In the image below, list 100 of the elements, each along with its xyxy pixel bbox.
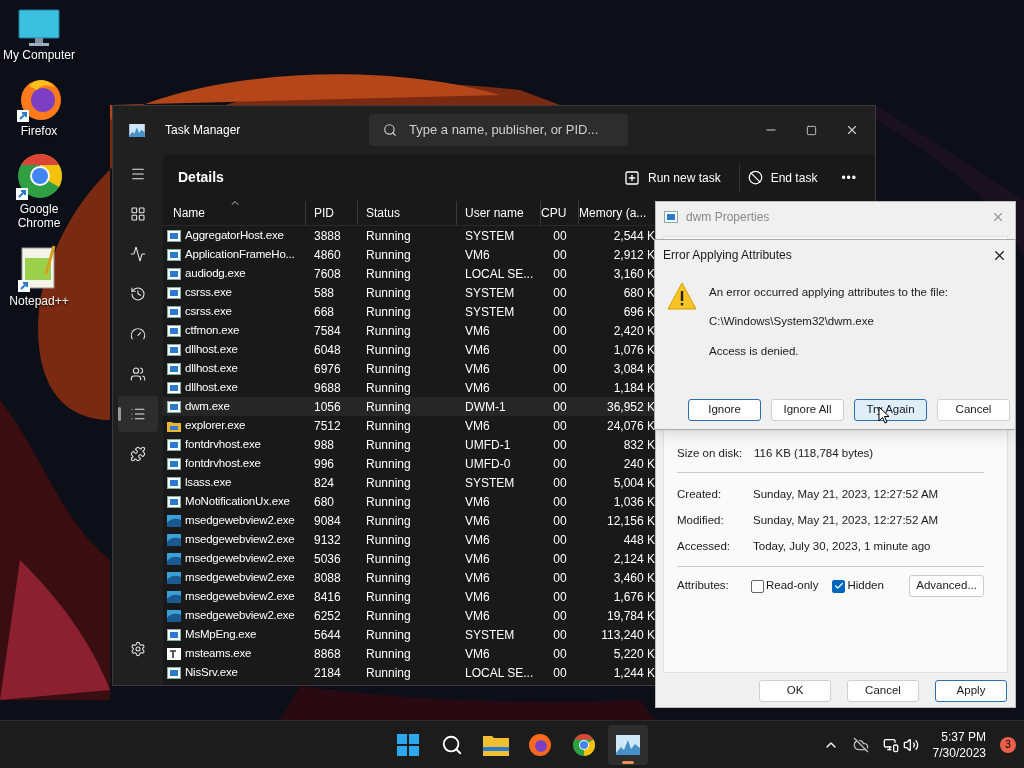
- desktop-icon-label[interactable]: Google Chrome: [0, 202, 78, 230]
- user-cell: SYSTEM: [465, 285, 515, 300]
- pid-cell: 9688: [314, 380, 341, 395]
- status-cell: Running: [366, 361, 411, 376]
- run-task-button[interactable]: Run new task: [616, 162, 729, 193]
- status-cell: Running: [366, 646, 411, 661]
- process-name: lsass.exe: [185, 474, 232, 490]
- process-name: dwm.exe: [185, 398, 230, 414]
- column-header[interactable]: User name: [465, 204, 524, 222]
- clock-date[interactable]: 7/30/2023: [932, 744, 986, 761]
- notification-badge[interactable]: 3: [1000, 736, 1016, 753]
- desktop-icon-label[interactable]: Notepad++: [0, 294, 78, 308]
- user-cell: VM6: [465, 513, 490, 528]
- advanced-button[interactable]: Advanced...: [909, 575, 984, 597]
- window-icon: [167, 533, 181, 546]
- pid-cell: 668: [314, 304, 335, 319]
- user-cell: VM6: [465, 608, 490, 623]
- cpu-cell: 00: [553, 665, 567, 680]
- volume-icon[interactable]: [902, 736, 919, 753]
- search-icon: [383, 123, 397, 137]
- user-cell: VM6: [465, 323, 490, 338]
- nav-item[interactable]: [118, 396, 158, 432]
- status-cell: Running: [366, 513, 411, 528]
- field-value: Sunday, May 21, 2023, 12:27:52 AM: [753, 487, 939, 503]
- user-cell: VM6: [465, 589, 490, 604]
- desktop-icon-label[interactable]: My Computer: [0, 48, 78, 62]
- window-icon: [167, 267, 181, 280]
- pid-cell: 6048: [314, 342, 341, 357]
- cpu-cell: 00: [553, 589, 567, 604]
- pid-cell: 588: [314, 285, 335, 300]
- memory-cell: 5,220 K: [613, 646, 655, 661]
- attribute-checkbox[interactable]: Read-only: [751, 577, 819, 595]
- status-cell: Running: [366, 399, 411, 414]
- dialog-button[interactable]: OK: [759, 680, 831, 702]
- search-field[interactable]: Type a name, publisher, or PID...: [369, 114, 628, 146]
- dialog-button[interactable]: Apply: [935, 680, 1007, 702]
- column-header[interactable]: Memory (a...: [579, 204, 647, 222]
- user-cell: VM6: [465, 570, 490, 585]
- column-header[interactable]: CPU: [541, 204, 567, 222]
- dialog-button[interactable]: Cancel: [847, 680, 919, 702]
- close-icon[interactable]: [845, 123, 859, 137]
- status-cell: Running: [366, 665, 411, 680]
- cpu-cell: 00: [553, 532, 567, 547]
- search-icon: [441, 733, 463, 756]
- maximize-icon[interactable]: [806, 124, 817, 136]
- end-task-button[interactable]: End task: [738, 162, 826, 193]
- taskbar-button[interactable]: [608, 724, 648, 765]
- status-cell: Running: [366, 456, 411, 471]
- memory-cell: 2,912 K: [613, 247, 655, 262]
- cpu-cell: 00: [553, 475, 567, 490]
- window-icon: [167, 457, 181, 470]
- memory-cell: 680 K: [623, 285, 655, 300]
- user-cell: SYSTEM: [465, 627, 515, 642]
- user-cell: SYSTEM: [465, 228, 515, 243]
- chart-icon: [616, 734, 640, 755]
- grid-icon: [130, 206, 146, 222]
- user-cell: LOCAL SE...: [465, 266, 534, 281]
- user-cell: VM6: [465, 494, 490, 509]
- pid-cell: 8868: [314, 646, 341, 661]
- search-input[interactable]: Type a name, publisher, or PID...: [409, 120, 624, 140]
- pid-cell: 5036: [314, 551, 341, 566]
- network-icon[interactable]: [882, 736, 899, 753]
- add-icon: [624, 169, 640, 186]
- column-header[interactable]: PID: [314, 204, 334, 222]
- status-cell: Running: [366, 437, 411, 452]
- status-cell: Running: [366, 228, 411, 243]
- cpu-cell: 00: [553, 399, 567, 414]
- cpu-cell: 00: [553, 570, 567, 585]
- dialog-button[interactable]: Cancel: [937, 399, 1010, 421]
- cpu-cell: 00: [553, 380, 567, 395]
- window-icon: [167, 666, 181, 679]
- cpu-cell: 00: [553, 646, 567, 661]
- window-icon: [167, 286, 181, 299]
- dialog-button[interactable]: Ignore All: [771, 399, 844, 421]
- column-header[interactable]: Name: [173, 204, 205, 222]
- teams-icon: [167, 647, 181, 660]
- memory-cell: 1,184 K: [613, 380, 655, 395]
- desktop-icon-label[interactable]: Firefox: [0, 124, 78, 138]
- more-button[interactable]: •••: [833, 162, 865, 193]
- clock-time[interactable]: 5:37 PM: [941, 728, 986, 745]
- field-label: Size on disk:: [677, 446, 744, 462]
- dialog-button[interactable]: Ignore: [688, 399, 761, 421]
- process-name: ApplicationFrameHo...: [185, 246, 295, 262]
- error-detail: Access is denied.: [709, 343, 800, 359]
- window-icon: [167, 248, 181, 261]
- user-cell: VM6: [465, 551, 490, 566]
- memory-cell: 24,076 K: [606, 418, 655, 433]
- puzzle-icon: [130, 446, 146, 462]
- attribute-checkbox[interactable]: Hidden: [832, 577, 884, 595]
- field-label: Created:: [677, 487, 723, 503]
- memory-cell: 3,084 K: [613, 361, 655, 376]
- cpu-cell: 00: [553, 247, 567, 262]
- field-label: Accessed:: [677, 539, 732, 555]
- cloud-off-icon[interactable]: [852, 736, 869, 753]
- cpu-cell: 00: [553, 627, 567, 642]
- chart-icon: [129, 123, 145, 137]
- pid-cell: 1056: [314, 399, 341, 414]
- users-icon: [130, 366, 146, 382]
- column-header[interactable]: Status: [366, 204, 401, 222]
- window-icon: [167, 400, 181, 413]
